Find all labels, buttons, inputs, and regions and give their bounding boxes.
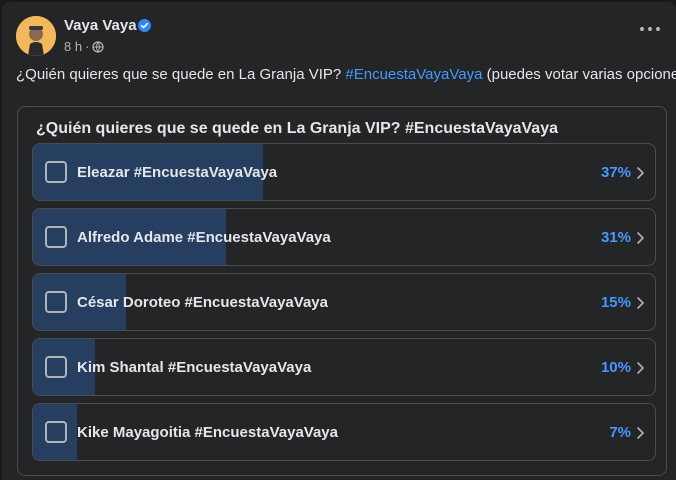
chevron-right-icon bbox=[637, 167, 644, 179]
poll: ¿Quién quieres que se quede en La Granja… bbox=[17, 106, 667, 476]
poll-option-1[interactable]: Eleazar #EncuestaVayaVaya 37% bbox=[32, 143, 656, 201]
poll-option-4-percent: 10% bbox=[600, 359, 631, 376]
meta-separator: · bbox=[85, 39, 90, 54]
poll-option-2-label: Alfredo Adame #EncuestaVayaVaya bbox=[77, 229, 331, 246]
poll-option-4[interactable]: Kim Shantal #EncuestaVayaVaya 10% bbox=[32, 338, 656, 396]
poll-option-5-label: Kike Mayagoitia #EncuestaVayaVaya bbox=[77, 424, 338, 441]
author-name[interactable]: Vaya Vaya bbox=[64, 17, 137, 34]
chevron-right-icon bbox=[637, 362, 644, 374]
poll-option-4-checkbox[interactable] bbox=[45, 356, 67, 378]
poll-title: ¿Quién quieres que se quede en La Granja… bbox=[36, 120, 558, 137]
poll-option-3-checkbox[interactable] bbox=[45, 291, 67, 313]
post-time[interactable]: 8 h bbox=[64, 39, 82, 54]
post-text-before: ¿Quién quieres que se quede en La Granja… bbox=[16, 66, 346, 83]
post-text: ¿Quién quieres que se quede en La Granja… bbox=[16, 66, 676, 83]
poll-option-1-percent: 37% bbox=[600, 164, 631, 181]
globe-icon[interactable] bbox=[92, 40, 105, 53]
poll-option-3[interactable]: César Doroteo #EncuestaVayaVaya 15% bbox=[32, 273, 656, 331]
more-options-button[interactable] bbox=[640, 24, 660, 34]
poll-option-4-label: Kim Shantal #EncuestaVayaVaya bbox=[77, 359, 312, 376]
poll-option-5[interactable]: Kike Mayagoitia #EncuestaVayaVaya 7% bbox=[32, 403, 656, 461]
verified-badge-icon bbox=[138, 19, 151, 32]
poll-option-3-percent: 15% bbox=[600, 294, 631, 311]
post-card: Vaya Vaya 8 h · ¿Quién quieres que se qu… bbox=[2, 2, 676, 480]
poll-option-1-label: Eleazar #EncuestaVayaVaya bbox=[77, 164, 278, 181]
post-text-after: (puedes votar varias opciones) bbox=[482, 66, 676, 83]
more-horizontal-icon bbox=[640, 27, 644, 31]
author-avatar[interactable] bbox=[16, 16, 56, 56]
poll-option-1-checkbox[interactable] bbox=[45, 161, 67, 183]
post-meta: 8 h · bbox=[64, 39, 105, 54]
post-hashtag-link[interactable]: #EncuestaVayaVaya bbox=[345, 66, 482, 83]
poll-option-3-label: César Doroteo #EncuestaVayaVaya bbox=[77, 294, 328, 311]
poll-option-5-percent: 7% bbox=[609, 424, 631, 441]
chevron-right-icon bbox=[637, 232, 644, 244]
chevron-right-icon bbox=[637, 297, 644, 309]
chevron-right-icon bbox=[637, 427, 644, 439]
poll-option-2-checkbox[interactable] bbox=[45, 226, 67, 248]
poll-option-5-checkbox[interactable] bbox=[45, 421, 67, 443]
poll-option-2-percent: 31% bbox=[600, 229, 631, 246]
poll-option-2[interactable]: Alfredo Adame #EncuestaVayaVaya 31% bbox=[32, 208, 656, 266]
